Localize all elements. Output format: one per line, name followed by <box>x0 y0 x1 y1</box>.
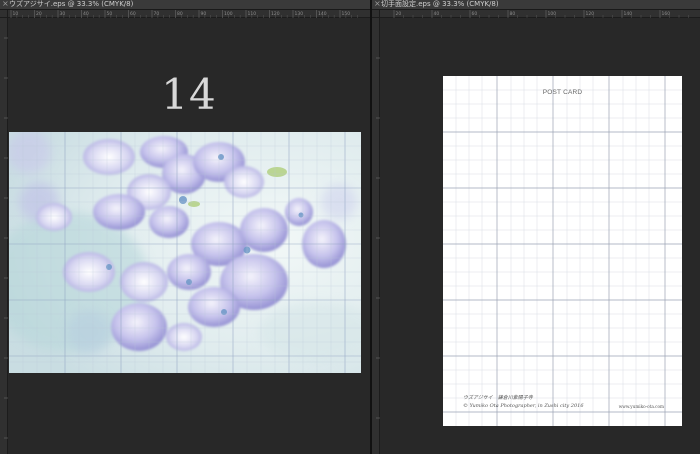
ruler-label: 60 <box>472 11 478 17</box>
ruler-label: 140 <box>318 11 327 17</box>
right-canvas[interactable]: POST CARD ウズアジサイ 鎌倉川紫陽子寺 © Yumiko Ota Ph… <box>380 18 700 454</box>
ruler-label: 70 <box>154 11 160 17</box>
ruler-label: 130 <box>295 11 304 17</box>
right-document-window: × 切手面設定.eps @ 33.3% (CMYK/8) 20 40 60 80 100… <box>372 0 700 454</box>
ruler-label: 80 <box>177 11 183 17</box>
ruler-label: 20 <box>396 11 402 17</box>
left-document-window: × ウズアジサイ.eps @ 33.3% (CMYK/8) 10 20 30 40 50… <box>0 0 370 454</box>
vertical-ruler[interactable] <box>0 18 8 454</box>
postcard-caption-title: ウズアジサイ 鎌倉川紫陽子寺 <box>463 395 533 401</box>
ruler-label: 90 <box>201 11 207 17</box>
ruler-label: 150 <box>342 11 351 17</box>
vertical-ruler-ticks <box>376 57 380 419</box>
right-document-tab-title: 切手面設定.eps @ 33.3% (CMYK/8) <box>381 0 499 8</box>
ruler-label: 40 <box>83 11 89 17</box>
postcard-url: www.yumiko-ota.com <box>618 404 664 409</box>
left-document-tab[interactable]: × ウズアジサイ.eps @ 33.3% (CMYK/8) <box>0 0 370 10</box>
horizontal-ruler-ticks: 10 20 30 40 50 60 70 80 90 100 110 120 130 140 150 <box>10 10 358 18</box>
ruler-label: 60 <box>130 11 136 17</box>
ruler-label: 40 <box>434 11 440 17</box>
horizontal-ruler-ticks: 20 40 60 80 100 120 140 160 <box>393 10 689 18</box>
vertical-ruler[interactable] <box>372 18 380 454</box>
ruler-label: 100 <box>224 11 233 17</box>
right-document-tab[interactable]: × 切手面設定.eps @ 33.3% (CMYK/8) <box>372 0 700 10</box>
ruler-origin[interactable] <box>0 10 8 18</box>
ruler-label: 10 <box>13 11 19 17</box>
ruler-label: 140 <box>624 11 633 17</box>
postcard-copyright: © Yumiko Ota Photographer, in Zushi city… <box>463 403 584 409</box>
ruler-label: 120 <box>271 11 280 17</box>
hydrangea-image <box>9 132 361 373</box>
ruler-label: 160 <box>662 11 671 17</box>
left-canvas[interactable]: 14 <box>8 18 370 454</box>
ruler-label: 30 <box>60 11 66 17</box>
ruler-origin[interactable] <box>372 10 380 18</box>
vertical-ruler-ticks <box>4 37 8 439</box>
ruler-label: 100 <box>548 11 557 17</box>
close-tab-icon[interactable]: × <box>374 0 381 9</box>
page-number: 14 <box>161 70 217 119</box>
ruler-label: 120 <box>586 11 595 17</box>
guide-grid <box>443 76 682 426</box>
ruler-label: 20 <box>36 11 42 17</box>
ruler-label: 80 <box>510 11 516 17</box>
close-tab-icon[interactable]: × <box>2 0 9 9</box>
hydrangea-photo <box>9 132 361 373</box>
left-document-tab-title: ウズアジサイ.eps @ 33.3% (CMYK/8) <box>9 0 134 8</box>
ruler-label: 110 <box>248 11 257 17</box>
postcard-page: POST CARD ウズアジサイ 鎌倉川紫陽子寺 © Yumiko Ota Ph… <box>443 76 682 426</box>
horizontal-ruler[interactable]: 20 40 60 80 100 120 140 160 <box>380 10 700 18</box>
horizontal-ruler[interactable]: 10 20 30 40 50 60 70 80 90 100 110 120 130 140 150 <box>8 10 370 18</box>
postcard-title: POST CARD <box>542 89 583 96</box>
ruler-label: 50 <box>107 11 113 17</box>
